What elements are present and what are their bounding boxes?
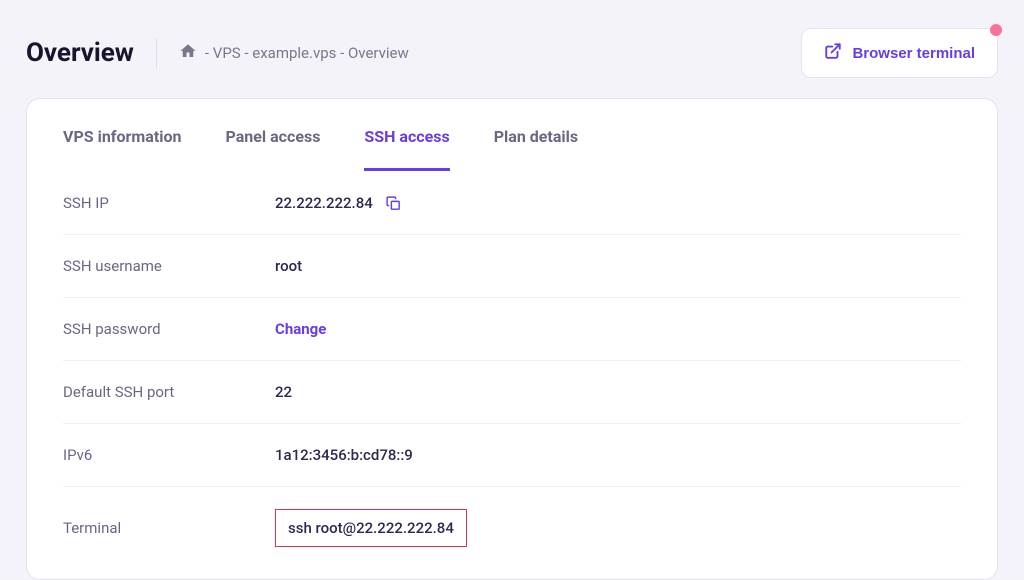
browser-terminal-wrap: Browser terminal (801, 28, 998, 78)
row-ssh-password: SSH password Change (63, 298, 961, 361)
ssh-ip-value: 22.222.222.84 (275, 194, 373, 212)
ipv6-label: IPv6 (63, 446, 275, 464)
change-password-link[interactable]: Change (275, 320, 326, 338)
terminal-command-box[interactable]: ssh root@22.222.222.84 (275, 509, 467, 547)
ipv6-value: 1a12:3456:b:cd78::9 (275, 446, 413, 464)
notification-dot-icon (990, 24, 1002, 36)
default-port-value: 22 (275, 383, 292, 401)
tab-panel-access[interactable]: Panel access (225, 99, 320, 171)
terminal-label: Terminal (63, 519, 275, 537)
page-title: Overview (26, 38, 134, 68)
ssh-password-label: SSH password (63, 320, 275, 338)
main-card: VPS information Panel access SSH access … (26, 98, 998, 580)
tabs: VPS information Panel access SSH access … (27, 99, 997, 172)
tab-ssh-access[interactable]: SSH access (364, 99, 449, 171)
row-ssh-username: SSH username root (63, 235, 961, 298)
vertical-divider (156, 38, 157, 68)
default-port-label: Default SSH port (63, 383, 275, 401)
tab-vps-information[interactable]: VPS information (63, 99, 181, 171)
ssh-ip-value-group: 22.222.222.84 (275, 194, 402, 212)
header-row: Overview - VPS - example.vps - Overview … (0, 0, 1024, 98)
home-icon[interactable] (179, 42, 197, 64)
header-left: Overview - VPS - example.vps - Overview (26, 38, 409, 68)
ssh-ip-label: SSH IP (63, 194, 275, 212)
detail-rows: SSH IP 22.222.222.84 SSH username root S… (27, 172, 997, 579)
ssh-username-value: root (275, 257, 302, 275)
row-ssh-ip: SSH IP 22.222.222.84 (63, 172, 961, 235)
browser-terminal-label: Browser terminal (852, 45, 975, 62)
breadcrumb-text: - VPS - example.vps - Overview (205, 44, 409, 62)
browser-terminal-button[interactable]: Browser terminal (801, 28, 998, 78)
row-default-ssh-port: Default SSH port 22 (63, 361, 961, 424)
tab-plan-details[interactable]: Plan details (494, 99, 578, 171)
ssh-username-label: SSH username (63, 257, 275, 275)
external-link-icon (824, 42, 842, 64)
copy-icon[interactable] (385, 195, 402, 212)
row-ipv6: IPv6 1a12:3456:b:cd78::9 (63, 424, 961, 487)
row-terminal: Terminal ssh root@22.222.222.84 (63, 487, 961, 569)
breadcrumb[interactable]: - VPS - example.vps - Overview (179, 42, 409, 64)
